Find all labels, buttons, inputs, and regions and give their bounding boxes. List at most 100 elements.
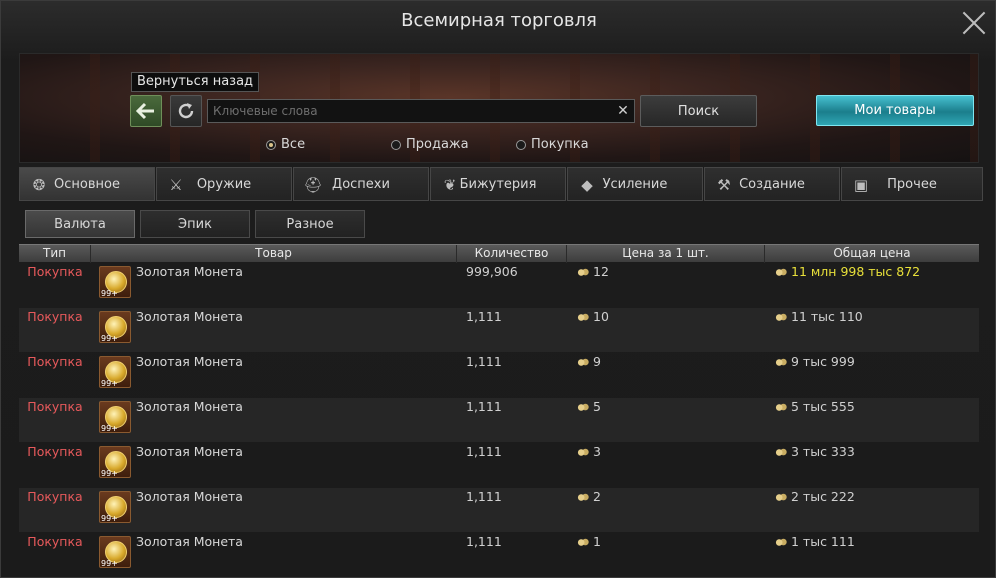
table-row[interactable]: Покупка 99+ Золотая Монета 1,111 9 9 тыс 999 [19, 353, 979, 397]
row-unit-price: 9 [577, 355, 601, 369]
row-total-price: 2 тыс 222 [775, 490, 855, 504]
total-price-value: 11 млн 998 тыс 872 [791, 264, 921, 279]
unit-price-value: 10 [593, 309, 609, 324]
total-price-value: 11 тыс 110 [791, 309, 863, 324]
refresh-icon [178, 103, 194, 119]
tab-label: Прочее [887, 176, 937, 192]
tab-craft[interactable]: ⚒ Создание [704, 167, 840, 201]
back-button[interactable] [130, 95, 162, 127]
search-input[interactable] [208, 100, 612, 122]
row-total-price: 3 тыс 333 [775, 445, 855, 459]
gold-coin-icon: 99+ [99, 311, 131, 343]
row-unit-price: 5 [577, 400, 601, 414]
row-type: Покупка [27, 354, 83, 369]
row-item-name: Золотая Монета [136, 444, 243, 459]
enhance-icon: ◆ [581, 176, 593, 194]
table-row[interactable]: Покупка 99+ Золотая Монета 1,111 2 2 тыс 222 [19, 488, 979, 532]
tab-other[interactable]: ▣ Прочее [841, 167, 983, 201]
table-row[interactable]: Покупка 99+ Золотая Монета 1,111 3 3 тыс 333 [19, 443, 979, 487]
row-quantity: 1,111 [466, 309, 502, 324]
row-type: Покупка [27, 309, 83, 324]
jewelry-icon: ❦ [443, 176, 457, 194]
tab-enhance[interactable]: ◆ Усиление [567, 167, 703, 201]
row-unit-price: 10 [577, 310, 609, 324]
tab-label: Создание [739, 176, 805, 192]
icon-stack-count: 99+ [101, 334, 118, 343]
row-type: Покупка [27, 399, 83, 414]
gold-icon [577, 538, 589, 547]
world-trade-window: Всемирная торговля Вернуться назад ✕ Пои… [0, 0, 996, 578]
subtab-misc[interactable]: Разное [255, 210, 365, 238]
gold-icon [775, 313, 787, 322]
row-type: Покупка [27, 264, 83, 279]
icon-stack-count: 99+ [101, 469, 118, 478]
gold-coin-icon: 99+ [99, 536, 131, 568]
tab-label: Основное [54, 176, 120, 192]
total-price-value: 9 тыс 999 [791, 354, 855, 369]
tab-armor[interactable]: ⛑ Доспехи [293, 167, 429, 201]
subtab-epic[interactable]: Эпик [140, 210, 250, 238]
search-button[interactable]: Поиск [640, 95, 757, 127]
row-unit-price: 1 [577, 535, 601, 549]
filter-sell[interactable]: Продажа [391, 137, 469, 152]
unit-price-value: 1 [593, 534, 601, 549]
header-total-price[interactable]: Общая цена [765, 245, 979, 263]
subtab-currency[interactable]: Валюта [25, 210, 135, 238]
tab-weapons[interactable]: ⚔ Оружие [156, 167, 292, 201]
gold-icon [577, 268, 589, 277]
search-field: ✕ [207, 99, 635, 123]
radio-selected-icon [266, 139, 276, 150]
row-item-name: Золотая Монета [136, 354, 243, 369]
unit-price-value: 2 [593, 489, 601, 504]
header-unit-price[interactable]: Цена за 1 шт. [567, 245, 765, 263]
total-price-value: 5 тыс 555 [791, 399, 855, 414]
arrow-left-icon [136, 102, 154, 120]
box-icon: ▣ [853, 176, 869, 194]
row-quantity: 1,111 [466, 489, 502, 504]
table-row[interactable]: Покупка 99+ Золотая Монета 1,111 1 1 тыс 111 [19, 533, 979, 577]
row-quantity: 999,906 [466, 264, 518, 279]
unit-price-value: 12 [593, 264, 609, 279]
filter-buy-label: Покупка [531, 137, 589, 152]
gold-icon [775, 403, 787, 412]
icon-stack-count: 99+ [101, 514, 118, 523]
tab-jewelry[interactable]: ❦ Бижутерия [430, 167, 566, 201]
total-price-value: 3 тыс 333 [791, 444, 855, 459]
radio-icon [391, 139, 401, 150]
coins-icon: ❂ [32, 176, 46, 194]
gold-icon [775, 448, 787, 457]
header-type[interactable]: Тип [19, 245, 91, 263]
my-goods-button[interactable]: Мои товары [816, 95, 974, 126]
row-unit-price: 12 [577, 265, 609, 279]
row-total-price: 5 тыс 555 [775, 400, 855, 414]
table-row[interactable]: Покупка 99+ Золотая Монета 999,906 12 11 млн … [19, 263, 979, 307]
row-type: Покупка [27, 534, 83, 549]
clear-search-icon[interactable]: ✕ [612, 100, 634, 122]
close-icon[interactable] [961, 9, 987, 35]
icon-stack-count: 99+ [101, 559, 118, 568]
table-row[interactable]: Покупка 99+ Золотая Монета 1,111 5 5 тыс 555 [19, 398, 979, 442]
icon-stack-count: 99+ [101, 379, 118, 388]
header-quantity[interactable]: Количество [457, 245, 567, 263]
window-title: Всемирная торговля [401, 10, 597, 31]
row-unit-price: 2 [577, 490, 601, 504]
row-total-price: 11 млн 998 тыс 872 [775, 265, 920, 279]
gold-icon [775, 268, 787, 277]
gold-coin-icon: 99+ [99, 446, 131, 478]
tab-label: Оружие [196, 176, 252, 192]
gold-icon [577, 493, 589, 502]
icon-stack-count: 99+ [101, 424, 118, 433]
tab-basic[interactable]: ❂ Основное [19, 167, 155, 201]
filter-buy[interactable]: Покупка [516, 137, 589, 152]
header-item[interactable]: Товар [91, 245, 457, 263]
gold-icon [577, 313, 589, 322]
row-type: Покупка [27, 489, 83, 504]
category-tabs: ❂ Основное ⚔ Оружие ⛑ Доспехи ❦ Бижутери… [19, 167, 983, 201]
filter-all[interactable]: Все [266, 137, 305, 152]
unit-price-value: 3 [593, 444, 601, 459]
table-row[interactable]: Покупка 99+ Золотая Монета 1,111 10 11 тыс 11… [19, 308, 979, 352]
row-type: Покупка [27, 444, 83, 459]
refresh-button[interactable] [170, 95, 202, 127]
gold-coin-icon: 99+ [99, 491, 131, 523]
gold-icon [577, 448, 589, 457]
